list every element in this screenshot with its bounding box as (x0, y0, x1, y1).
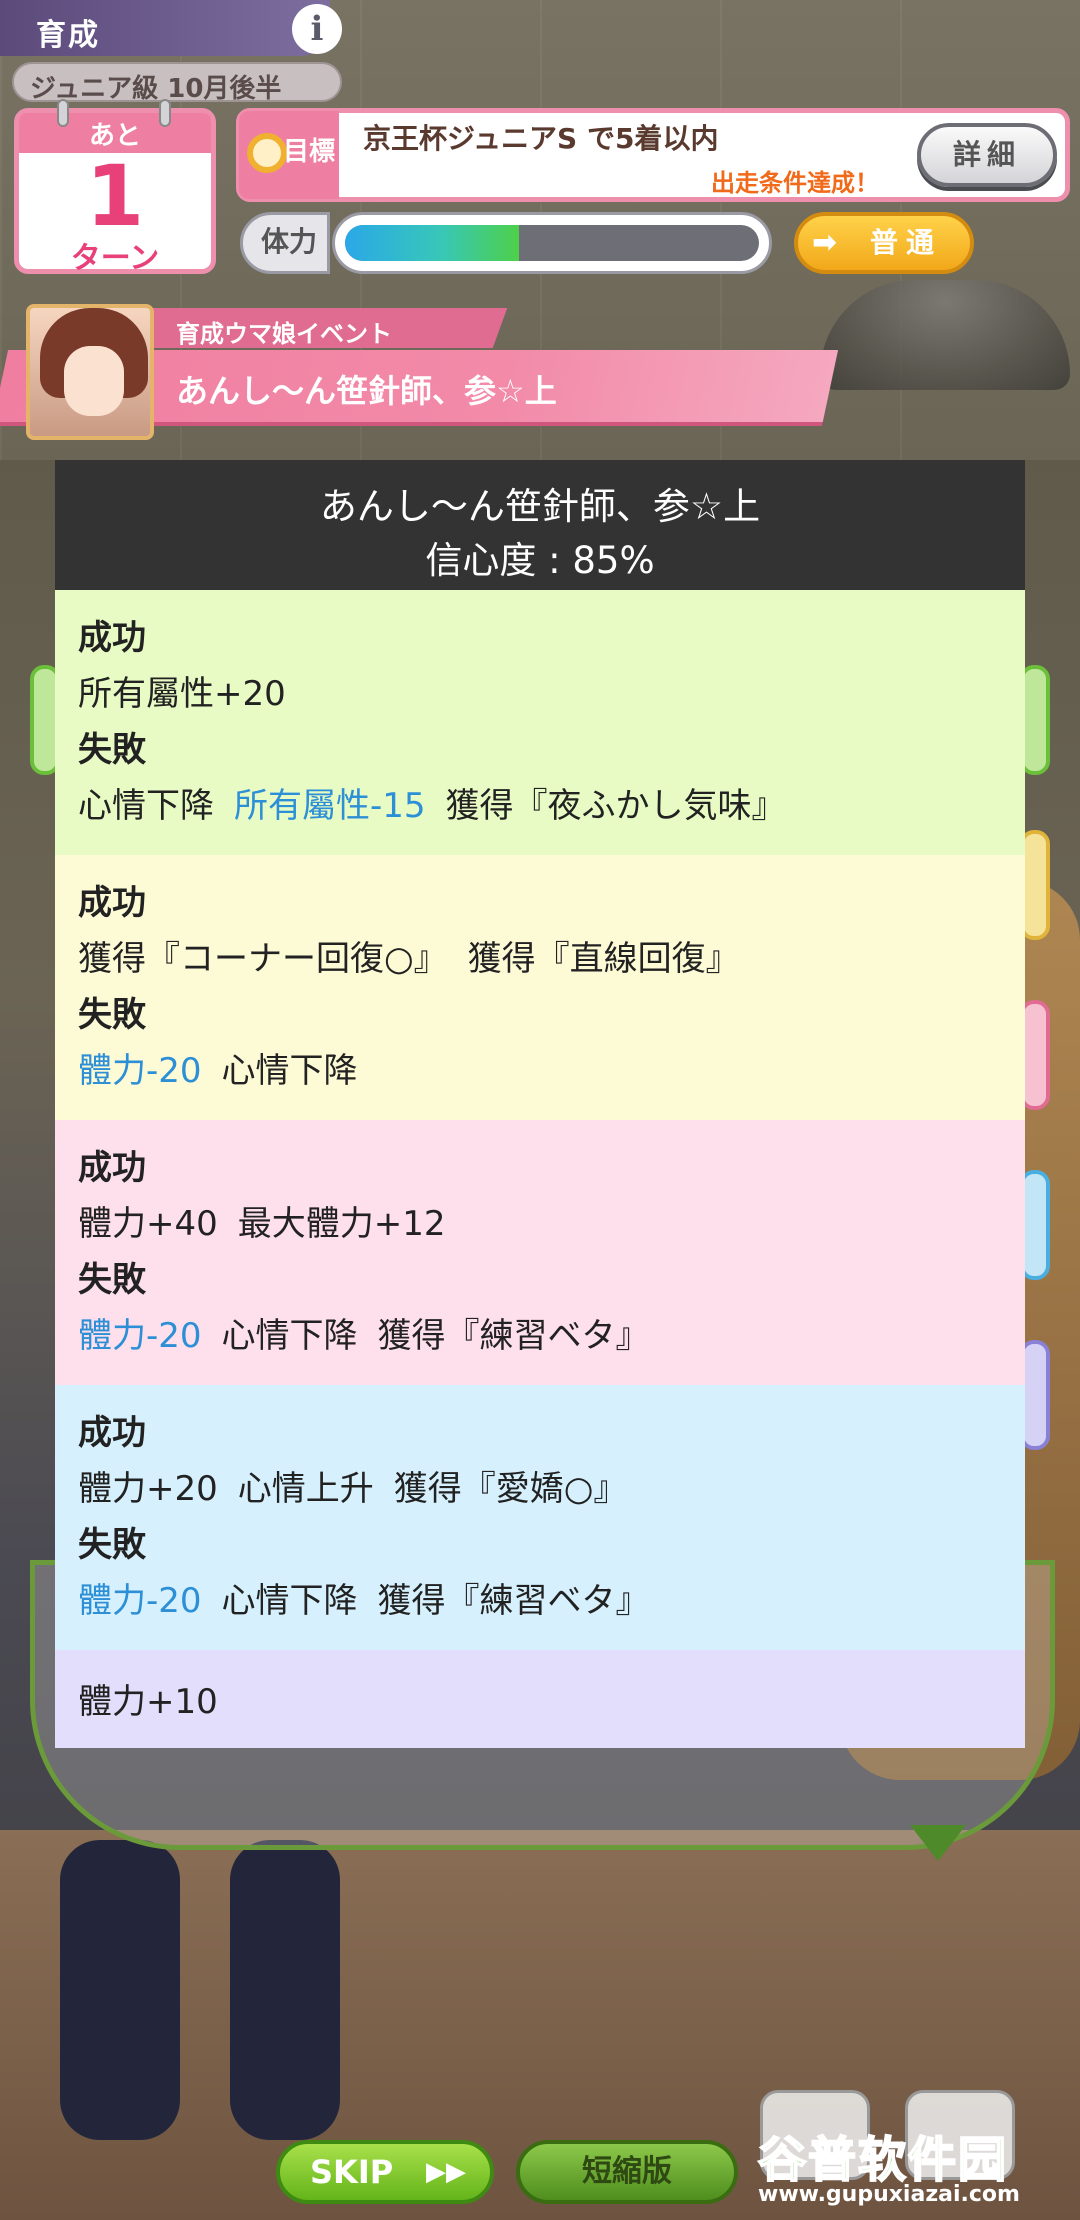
failure-effects: 體力-20 心情下降 (78, 1043, 358, 1092)
success-effect: 最大體力+12 (237, 1204, 446, 1244)
confidence-text: 信心度 : 85% (425, 539, 655, 582)
stamina-label: 体力 (240, 212, 330, 274)
info-icon[interactable]: i (292, 4, 342, 54)
goal-tag: 目標 (239, 111, 339, 199)
character-leg (60, 1840, 180, 2140)
date-pill: ジュニア級 10月後半 (12, 62, 342, 104)
success-effect: 體力+20 (78, 1469, 218, 1509)
overlay-header: あんし～ん笹針師、参☆上 信心度 : 85% (55, 460, 1025, 590)
success-heading: 成功 (78, 618, 146, 658)
success-effects: 體力+40 最大體力+12 (78, 1196, 446, 1245)
success-effect: 心情上升 (237, 1469, 374, 1509)
event-banner: 育成ウマ娘イベント あんし～ん笹針師、参☆上 (0, 300, 840, 440)
failure-effect: 所有屬性-15 (234, 786, 426, 826)
failure-effects: 體力-20 心情下降 獲得『練習ベタ』 (78, 1573, 650, 1622)
goal-tag-label: 目標 (283, 137, 336, 167)
failure-heading: 失敗 (78, 1525, 146, 1565)
watermark: 谷普软件园 www.gupuxiazai.com (757, 2120, 1078, 2218)
failure-effects: 心情下降 所有屬性-15 獲得『夜ふかし気味』 (78, 778, 786, 827)
character-leg (230, 1840, 340, 2140)
event-title: あんし～ん笹針師、参☆上 (176, 372, 557, 410)
stamina-bar (332, 212, 772, 274)
success-effect: 體力+40 (78, 1204, 218, 1244)
watermark-url: www.gupuxiazai.com (758, 2182, 1020, 2207)
watermark-logo-text: 谷普软件园 (757, 2131, 1009, 2189)
screen-header: 育成 (0, 0, 330, 56)
failure-heading: 失敗 (78, 730, 146, 770)
turns-remaining-number: 1 (85, 147, 145, 245)
choice-option[interactable]: 成功所有屬性+20 失敗心情下降 所有屬性-15 獲得『夜ふかし気味』 (55, 590, 1025, 855)
choice-option[interactable]: 體力+10 (55, 1650, 1025, 1748)
arrow-right-icon: ➡ (812, 225, 846, 260)
failure-effect: 心情下降 (221, 1316, 358, 1356)
failure-effect: 體力-20 (78, 1581, 202, 1621)
goal-title: 京王杯ジュニアS で5着以内 (363, 122, 719, 155)
failure-effects: 體力-20 心情下降 獲得『練習ベタ』 (78, 1308, 650, 1357)
failure-effect: 體力-20 (78, 1316, 202, 1356)
turns-remaining-calendar: あと 1 ターン (14, 99, 216, 276)
success-effect: 獲得『直線回復』 (467, 939, 740, 979)
goal-panel: 目標 京王杯ジュニアS で5着以内 出走条件達成！ 詳細 (236, 108, 1070, 202)
character-avatar (26, 304, 154, 440)
screen-title: 育成 (36, 18, 100, 53)
success-effects: 獲得『コーナー回復○』 獲得『直線回復』 (78, 931, 740, 980)
overlay-title: あんし～ん笹針師、参☆上 (319, 485, 761, 528)
fast-forward-icon: ▶▶ (426, 2157, 466, 2187)
success-effects: 所有屬性+20 (78, 666, 286, 715)
dialogue-next-arrow[interactable] (910, 1825, 966, 1861)
goal-status: 出走条件達成！ (711, 169, 879, 197)
choice-option[interactable]: 成功獲得『コーナー回復○』 獲得『直線回復』失敗體力-20 心情下降 (55, 855, 1025, 1120)
success-heading: 成功 (78, 883, 146, 923)
failure-heading: 失敗 (78, 1260, 146, 1300)
success-heading: 成功 (78, 1413, 146, 1453)
failure-effect: 心情下降 (221, 1581, 358, 1621)
failure-heading: 失敗 (78, 995, 146, 1035)
target-icon (247, 133, 287, 173)
event-subtitle: 育成ウマ娘イベント (176, 320, 392, 348)
avatar-face (64, 346, 124, 416)
skip-button[interactable]: SKIP ▶▶ (276, 2140, 494, 2204)
success-effect: 所有屬性+20 (78, 674, 286, 714)
failure-effect: 心情下降 (221, 1051, 358, 1091)
event-choices-overlay: あんし～ん笹針師、参☆上 信心度 : 85% 成功 所有屬性+20 失敗 心情下降 所有… (55, 460, 1025, 1748)
choice-option[interactable]: 成功體力+20 心情上升 獲得『愛嬌○』失敗體力-20 心情下降 獲得『練習ベタ』 (55, 1385, 1025, 1650)
turns-unit: ターン (70, 241, 160, 276)
stamina-track (345, 225, 759, 261)
goal-detail-button[interactable]: 詳細 (917, 123, 1057, 187)
failure-effect: 心情下降 (78, 786, 214, 826)
mood-label: 普通 (869, 226, 942, 259)
date-text: ジュニア級 10月後半 (30, 74, 282, 104)
failure-effect: 體力-20 (78, 1051, 202, 1091)
success-effect: 獲得『コーナー回復○』 (78, 939, 448, 979)
failure-effect: 獲得『練習ベタ』 (377, 1316, 650, 1356)
success-effect: 獲得『愛嬌○』 (393, 1469, 628, 1509)
failure-effect: 獲得『練習ベタ』 (377, 1581, 650, 1621)
failure-effect: 獲得『夜ふかし気味』 (445, 786, 786, 826)
mood-button[interactable]: ➡ 普通 (794, 212, 974, 274)
choice-effect: 體力+10 (78, 1682, 218, 1722)
skip-label: SKIP (310, 2153, 394, 2191)
success-effects: 體力+20 心情上升 獲得『愛嬌○』 (78, 1461, 627, 1510)
stamina-fill (345, 225, 519, 261)
choice-option[interactable]: 成功體力+40 最大體力+12 失敗體力-20 心情下降 獲得『練習ベタ』 (55, 1120, 1025, 1385)
success-heading: 成功 (78, 1148, 146, 1188)
short-version-button[interactable]: 短縮版 (516, 2140, 738, 2204)
